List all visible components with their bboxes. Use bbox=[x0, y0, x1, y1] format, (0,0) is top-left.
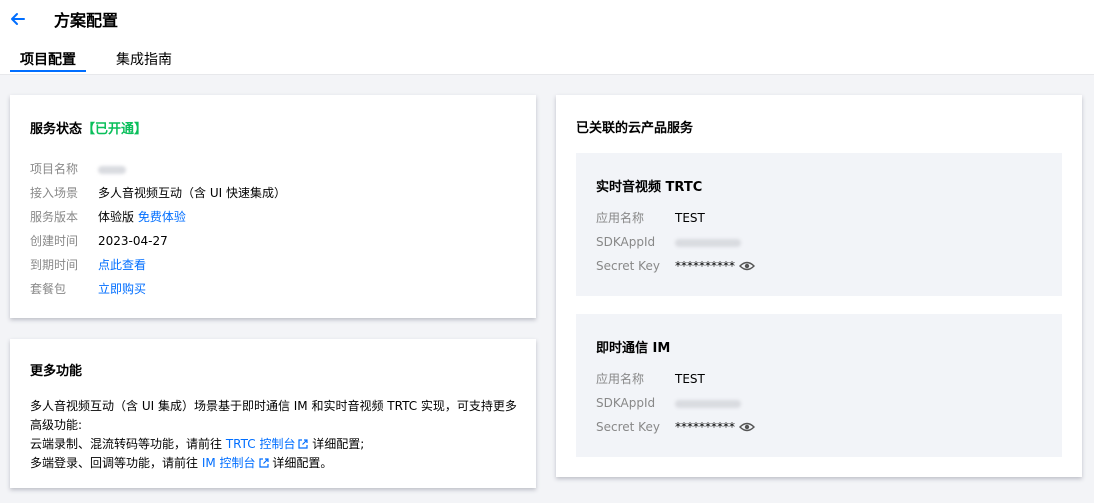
redacted-value bbox=[675, 399, 741, 408]
related-services-title: 已关联的云产品服务 bbox=[576, 121, 694, 136]
scenario-value: 多人音视频互动（含 UI 快速集成） bbox=[98, 186, 286, 200]
header: 方案配置 项目配置 集成指南 bbox=[0, 0, 1094, 75]
sdkappid-value bbox=[675, 235, 741, 249]
free-trial-link[interactable]: 免费体验 bbox=[138, 210, 186, 224]
related-services-card: 已关联的云产品服务 实时音视频 TRTC 应用名称 TEST SDKAppId … bbox=[556, 95, 1082, 477]
scenario-label: 接入场景 bbox=[30, 186, 79, 200]
project-name-value bbox=[98, 162, 126, 176]
created-time-value: 2023-04-27 bbox=[98, 234, 168, 248]
status-badge: 【已开通】 bbox=[82, 122, 148, 137]
tab-integration-guide[interactable]: 集成指南 bbox=[116, 49, 172, 69]
created-time-label: 创建时间 bbox=[30, 234, 79, 248]
app-name-label: 应用名称 bbox=[596, 372, 645, 386]
secret-key-label: Secret Key bbox=[596, 420, 660, 434]
back-arrow-icon[interactable] bbox=[8, 9, 28, 29]
desc-line-4-suffix: 详细配置。 bbox=[272, 456, 333, 470]
secret-key-value: ********** bbox=[675, 259, 755, 273]
version-value: 体验版 免费体验 bbox=[98, 210, 186, 224]
external-link-icon[interactable] bbox=[298, 439, 309, 449]
desc-line-1: 多人音视频互动（含 UI 集成）场景基于即时通信 IM 和实时音视频 TRTC … bbox=[30, 399, 517, 413]
service-status-title: 服务状态【已开通】 bbox=[30, 118, 147, 137]
secret-key-value: ********** bbox=[675, 420, 755, 434]
app-name-value: TEST bbox=[675, 372, 705, 386]
desc-line-3: 云端录制、混流转码等功能，请前往 TRTC 控制台 详细配置; bbox=[30, 435, 530, 454]
service-status-card: 服务状态【已开通】 项目名称 接入场景 多人音视频互动（含 UI 快速集成） 服… bbox=[10, 95, 536, 318]
active-tab-indicator bbox=[10, 70, 86, 72]
desc-line-4: 多端登录、回调等功能，请前往 IM 控制台 详细配置。 bbox=[30, 454, 530, 473]
version-text: 体验版 bbox=[98, 210, 135, 224]
eye-icon[interactable] bbox=[739, 260, 755, 272]
desc-line-3-suffix: 详细配置; bbox=[312, 437, 365, 451]
desc-line-4-prefix: 多端登录、回调等功能，请前往 bbox=[30, 456, 199, 470]
secret-key-masked: ********** bbox=[675, 420, 735, 434]
app-name-value: TEST bbox=[675, 211, 705, 225]
redacted-value bbox=[98, 165, 126, 174]
secret-key-label: Secret Key bbox=[596, 259, 660, 273]
app-name-label: 应用名称 bbox=[596, 211, 645, 225]
sdkappid-label: SDKAppId bbox=[596, 396, 656, 410]
trtc-title: 实时音视频 TRTC bbox=[596, 180, 703, 195]
version-label: 服务版本 bbox=[30, 210, 79, 224]
redacted-value bbox=[675, 238, 741, 247]
eye-icon[interactable] bbox=[739, 421, 755, 433]
trtc-console-link[interactable]: TRTC 控制台 bbox=[226, 437, 309, 451]
expiry-time-label: 到期时间 bbox=[30, 258, 79, 272]
buy-now-link[interactable]: 立即购买 bbox=[98, 282, 146, 296]
im-product-panel: 即时通信 IM 应用名称 TEST SDKAppId Secret Key **… bbox=[576, 314, 1062, 457]
more-features-card: 更多功能 多人音视频互动（含 UI 集成）场景基于即时通信 IM 和实时音视频 … bbox=[10, 339, 536, 488]
project-name-label: 项目名称 bbox=[30, 162, 79, 176]
more-features-description: 多人音视频互动（含 UI 集成）场景基于即时通信 IM 和实时音视频 TRTC … bbox=[30, 397, 530, 473]
sdkappid-value bbox=[675, 396, 741, 410]
view-expiry-link[interactable]: 点此查看 bbox=[98, 258, 146, 272]
tab-project-config[interactable]: 项目配置 bbox=[20, 49, 76, 69]
more-features-title: 更多功能 bbox=[30, 364, 83, 379]
external-link-icon[interactable] bbox=[258, 458, 269, 468]
desc-line-3-prefix: 云端录制、混流转码等功能，请前往 bbox=[30, 437, 223, 451]
package-label: 套餐包 bbox=[30, 282, 67, 296]
trtc-product-panel: 实时音视频 TRTC 应用名称 TEST SDKAppId Secret Key… bbox=[576, 153, 1062, 296]
service-status-label: 服务状态 bbox=[30, 122, 83, 137]
secret-key-masked: ********** bbox=[675, 259, 735, 273]
desc-line-2: 高级功能: bbox=[30, 418, 83, 432]
im-title: 即时通信 IM bbox=[596, 341, 671, 356]
trtc-console-link-text[interactable]: TRTC 控制台 bbox=[226, 437, 296, 451]
sdkappid-label: SDKAppId bbox=[596, 235, 656, 249]
im-console-link[interactable]: IM 控制台 bbox=[202, 456, 269, 470]
page-title: 方案配置 bbox=[54, 11, 119, 30]
im-console-link-text[interactable]: IM 控制台 bbox=[202, 456, 256, 470]
